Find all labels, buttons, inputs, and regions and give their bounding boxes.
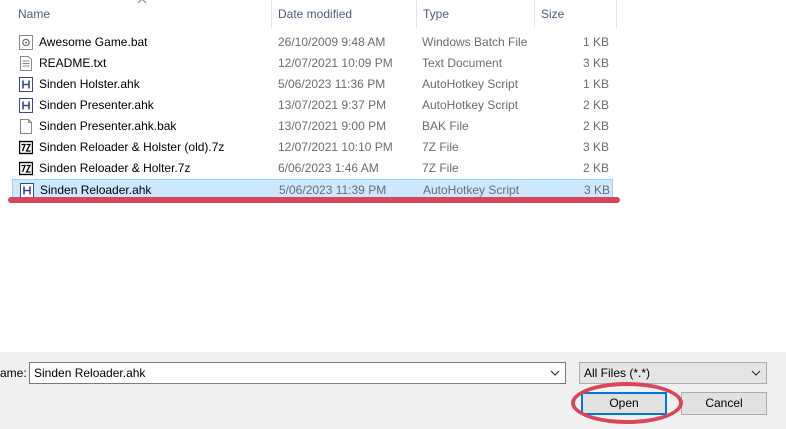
file-size-cell: 2 KB	[582, 161, 609, 175]
date-modified-cell: 12/07/2021 10:09 PM	[278, 56, 393, 70]
date-modified-cell: 6/06/2023 1:46 AM	[278, 161, 379, 175]
file-name-cell: Sinden Reloader & Holster (old).7z	[39, 140, 225, 154]
file-name-cell: Sinden Holster.ahk	[39, 77, 140, 91]
file-size-cell: 2 KB	[582, 98, 609, 112]
file-row[interactable]: Sinden Reloader & Holter.7z 6/06/2023 1:4…	[12, 158, 613, 179]
date-modified-cell: 5/06/2023 11:36 PM	[278, 77, 386, 91]
file-name-cell: Sinden Reloader & Holter.7z	[39, 161, 191, 175]
column-divider[interactable]	[616, 0, 617, 28]
chevron-down-icon	[751, 370, 761, 376]
autohotkey-file-icon	[19, 98, 33, 113]
file-row[interactable]: README.txt 12/07/2021 10:09 PM Text Docume…	[12, 53, 613, 74]
file-size-cell: 3 KB	[582, 140, 609, 154]
file-name-input[interactable]	[30, 363, 544, 383]
autohotkey-file-icon	[19, 77, 33, 92]
file-type-cell: 7Z File	[422, 140, 459, 154]
file-size-cell: 3 KB	[582, 56, 609, 70]
file-type-cell: AutoHotkey Script	[422, 98, 519, 112]
file-name-cell: Sinden Presenter.ahk	[39, 98, 154, 112]
chevron-down-icon[interactable]	[545, 363, 565, 383]
column-header-bar: Name Date modified Type Size	[0, 0, 786, 28]
file-row[interactable]: Sinden Holster.ahk 5/06/2023 11:36 PM Auto…	[12, 74, 613, 95]
file-type-filter-value: All Files (*.*)	[584, 366, 651, 380]
file-name-combobox[interactable]	[29, 362, 566, 384]
7z-archive-icon	[18, 161, 34, 176]
file-type-cell: 7Z File	[422, 161, 459, 175]
file-row[interactable]: Sinden Presenter.ahk.bak 13/07/2021 9:00 …	[12, 116, 613, 137]
file-row[interactable]: Awesome Game.bat 26/10/2009 9:48 AM Window…	[12, 32, 613, 53]
batch-file-icon	[19, 35, 33, 50]
date-modified-cell: 13/07/2021 9:00 PM	[278, 119, 387, 133]
column-header-size[interactable]: Size	[535, 0, 616, 28]
date-modified-cell: 26/10/2009 9:48 AM	[278, 35, 386, 49]
file-size-cell: 1 KB	[582, 77, 609, 91]
file-type-cell: Windows Batch File	[422, 35, 528, 49]
date-modified-cell: 13/07/2021 9:37 PM	[278, 98, 387, 112]
file-name-cell: Sinden Presenter.ahk.bak	[39, 119, 177, 133]
file-type-filter-select[interactable]: All Files (*.*)	[579, 362, 767, 384]
file-name-label: ame:	[0, 366, 27, 380]
sort-ascending-icon	[137, 0, 147, 4]
column-header-type[interactable]: Type	[417, 0, 534, 28]
annotation-circle	[571, 382, 683, 424]
file-type-cell: BAK File	[422, 119, 469, 133]
file-size-cell: 1 KB	[582, 35, 609, 49]
7z-archive-icon	[18, 140, 34, 155]
autohotkey-file-icon	[20, 183, 34, 198]
text-file-icon	[19, 56, 33, 71]
file-name-cell: Awesome Game.bat	[39, 35, 148, 49]
generic-file-icon	[19, 119, 33, 134]
column-header-date-modified[interactable]: Date modified	[272, 0, 416, 28]
file-size-cell: 2 KB	[582, 119, 609, 133]
date-modified-cell: 12/07/2021 10:10 PM	[278, 140, 393, 154]
file-row[interactable]: Sinden Presenter.ahk 13/07/2021 9:37 PM Au…	[12, 95, 613, 116]
annotation-underline	[8, 197, 620, 203]
file-row[interactable]: Sinden Reloader & Holster (old).7z 12/07/…	[12, 137, 613, 158]
file-name-cell: README.txt	[39, 56, 107, 70]
cancel-button[interactable]: Cancel	[681, 392, 767, 415]
file-type-cell: AutoHotkey Script	[422, 77, 519, 91]
file-type-cell: Text Document	[422, 56, 503, 70]
